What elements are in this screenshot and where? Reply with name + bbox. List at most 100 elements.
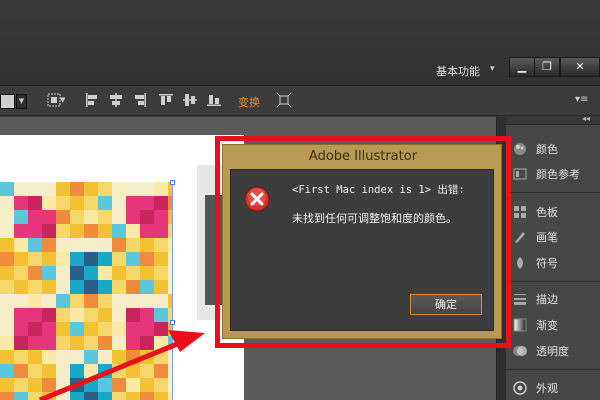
pattern-tile bbox=[112, 224, 126, 238]
panel-item-color[interactable]: 颜色 bbox=[512, 138, 600, 160]
pattern-tile bbox=[0, 252, 14, 266]
pattern-tile bbox=[112, 392, 126, 400]
selection-handle[interactable] bbox=[170, 180, 175, 185]
selection-handle[interactable] bbox=[170, 320, 175, 325]
align-left-icon[interactable] bbox=[84, 92, 100, 108]
pattern-tile bbox=[140, 210, 154, 224]
collapse-panels-icon[interactable]: ◂◂ bbox=[582, 114, 590, 123]
panel-item-brushes[interactable]: 画笔 bbox=[512, 226, 600, 248]
panel-label: 描边 bbox=[536, 293, 558, 306]
pattern-tile bbox=[126, 350, 140, 364]
panel-item-color-guide[interactable]: 颜色参考 bbox=[512, 163, 600, 185]
pattern-tile bbox=[154, 364, 168, 378]
pattern-tile bbox=[126, 364, 140, 378]
pattern-tile bbox=[98, 322, 112, 336]
fill-swatch[interactable] bbox=[0, 94, 15, 109]
fill-swatch-dropdown[interactable]: ▼ bbox=[16, 94, 27, 109]
pattern-tile bbox=[140, 252, 154, 266]
close-window-button[interactable]: ✕ bbox=[560, 57, 600, 77]
pattern-tile bbox=[112, 252, 126, 266]
maximize-button[interactable]: ❐ bbox=[534, 57, 560, 77]
pattern-tile bbox=[28, 308, 42, 322]
pixel-pattern-artwork[interactable] bbox=[0, 182, 172, 400]
pattern-tile bbox=[98, 252, 112, 266]
pattern-tile bbox=[28, 224, 42, 238]
pattern-tile bbox=[154, 280, 168, 294]
pattern-tile bbox=[28, 294, 42, 308]
pattern-tile bbox=[14, 336, 28, 350]
panel-item-swatches[interactable]: 色板 bbox=[512, 201, 600, 223]
pattern-tile bbox=[84, 196, 98, 210]
pattern-tile bbox=[126, 238, 140, 252]
workspace-switcher[interactable]: 基本功能 bbox=[436, 63, 480, 79]
pattern-tile bbox=[154, 322, 168, 336]
pattern-tile bbox=[140, 392, 154, 400]
panel-label: 颜色参考 bbox=[536, 168, 580, 181]
pattern-tile bbox=[14, 252, 28, 266]
minimize-button[interactable]: ▁ bbox=[509, 57, 535, 77]
pattern-tile bbox=[112, 210, 126, 224]
pattern-tile bbox=[28, 378, 42, 392]
panel-item-symbols[interactable]: 符号 bbox=[512, 252, 600, 274]
panel-item-appearance[interactable]: 外观 bbox=[512, 377, 600, 399]
pattern-tile bbox=[98, 308, 112, 322]
pattern-tile bbox=[126, 322, 140, 336]
chevron-down-icon[interactable]: ▾ bbox=[490, 64, 495, 74]
pattern-tile bbox=[98, 350, 112, 364]
align-right-icon[interactable] bbox=[132, 92, 148, 108]
pattern-tile bbox=[84, 210, 98, 224]
pattern-tile bbox=[56, 196, 70, 210]
align-horizontal-center-icon[interactable] bbox=[108, 92, 124, 108]
pattern-tile bbox=[154, 350, 168, 364]
color-icon bbox=[512, 141, 528, 157]
chevron-down-icon[interactable]: ▼ bbox=[60, 96, 76, 112]
pattern-tile bbox=[28, 210, 42, 224]
align-top-icon[interactable] bbox=[158, 92, 174, 108]
align-bottom-icon[interactable] bbox=[206, 92, 222, 108]
pattern-tile bbox=[70, 238, 84, 252]
pattern-tile bbox=[70, 392, 84, 400]
pattern-tile bbox=[70, 350, 84, 364]
pattern-tile bbox=[84, 252, 98, 266]
pattern-tile bbox=[42, 210, 56, 224]
pattern-tile bbox=[98, 224, 112, 238]
pattern-tile bbox=[56, 350, 70, 364]
panel-label: 符号 bbox=[536, 257, 558, 270]
transform-link[interactable]: 变换 bbox=[238, 94, 260, 110]
pattern-tile bbox=[70, 196, 84, 210]
appearance-icon bbox=[512, 380, 528, 396]
pattern-tile bbox=[28, 336, 42, 350]
pattern-tile bbox=[98, 266, 112, 280]
pattern-tile bbox=[56, 378, 70, 392]
pattern-tile bbox=[84, 238, 98, 252]
panel-divider bbox=[506, 281, 600, 282]
pattern-tile bbox=[84, 392, 98, 400]
pattern-tile bbox=[126, 252, 140, 266]
pattern-tile bbox=[84, 266, 98, 280]
pattern-tile bbox=[140, 196, 154, 210]
symbols-icon bbox=[512, 255, 528, 271]
pattern-tile bbox=[70, 224, 84, 238]
pattern-tile bbox=[70, 364, 84, 378]
panel-menu-icon[interactable]: ▾≡ bbox=[575, 94, 588, 105]
panel-label: 画笔 bbox=[536, 231, 558, 244]
align-vertical-center-icon[interactable] bbox=[182, 92, 198, 108]
panel-item-gradient[interactable]: 渐变 bbox=[512, 314, 600, 336]
pattern-tile bbox=[154, 308, 168, 322]
pattern-tile bbox=[28, 280, 42, 294]
pattern-tile bbox=[84, 308, 98, 322]
pattern-tile bbox=[0, 238, 14, 252]
pattern-tile bbox=[28, 238, 42, 252]
panel-item-transparency[interactable]: 透明度 bbox=[512, 340, 600, 362]
pattern-tile bbox=[42, 252, 56, 266]
isolate-group-icon[interactable] bbox=[276, 92, 292, 108]
pattern-tile bbox=[84, 378, 98, 392]
pattern-tile bbox=[56, 210, 70, 224]
panel-item-stroke[interactable]: 描边 bbox=[512, 288, 600, 310]
pattern-tile bbox=[98, 364, 112, 378]
pattern-tile bbox=[98, 196, 112, 210]
pattern-tile bbox=[154, 252, 168, 266]
panel-label: 渐变 bbox=[536, 319, 558, 332]
pattern-tile bbox=[70, 266, 84, 280]
pattern-tile bbox=[98, 238, 112, 252]
